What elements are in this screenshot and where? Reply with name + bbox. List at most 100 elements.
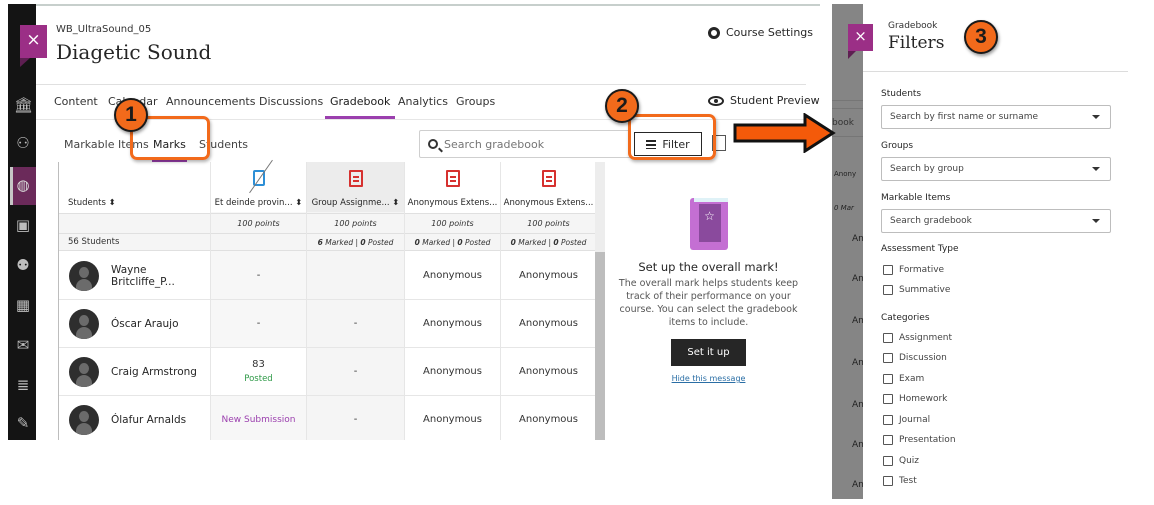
student-row[interactable]: Craig Armstrong [59, 348, 210, 396]
grade-cell[interactable]: - [307, 396, 404, 440]
tab-analytics[interactable]: Analytics [398, 95, 448, 108]
grade-cell[interactable]: 83 Posted [211, 348, 306, 396]
filters-panel: Gradebook Filters Students Search by fir… [863, 4, 1154, 499]
profile-icon[interactable]: ⚇ [14, 134, 32, 152]
checkbox-icon [883, 265, 893, 275]
tab-groups[interactable]: Groups [456, 95, 495, 108]
checkbox-icon [883, 456, 893, 466]
grade-cell[interactable]: Anonymous [501, 348, 596, 396]
callout-2: 2 [605, 89, 639, 123]
student-name: Óscar Araujo [111, 317, 179, 330]
avatar [69, 404, 99, 435]
grade-cell[interactable]: Anonymous [501, 396, 596, 440]
tab-content[interactable]: Content [54, 95, 98, 108]
checkbox-icon [883, 435, 893, 445]
grade-column-header[interactable]: Group Assignme... ⬍ [307, 162, 404, 212]
divider [863, 71, 1128, 72]
column-stats: 6 Marked | 0 Posted [307, 233, 404, 251]
grid-scrollbar[interactable] [595, 252, 605, 440]
grade-column: Group Assignme... ⬍ 100 points 6 Marked … [307, 162, 405, 440]
bg-fragment: 0 Mar [834, 204, 854, 212]
course-settings-label: Course Settings [726, 26, 814, 39]
grades-icon[interactable]: ≣ [14, 376, 32, 394]
tab-announcements[interactable]: Announcements [166, 95, 255, 108]
checkbox-icon [883, 374, 893, 384]
grade-cell[interactable]: - [307, 300, 404, 348]
grade-cell[interactable]: Anonymous [405, 300, 500, 348]
student-row[interactable]: Ólafur Arnalds [59, 396, 210, 440]
students-filter-label: Students [881, 89, 922, 99]
close-icon: × [854, 27, 867, 45]
checkbox-discussion[interactable]: Discussion [883, 353, 947, 363]
messages-icon[interactable]: ✉ [14, 336, 32, 354]
students-filter-select[interactable]: Search by first name or surname [881, 105, 1111, 129]
column-title: Anonymous Extens... [407, 198, 498, 208]
students-column-header[interactable]: Students ⬍ [59, 162, 210, 212]
grade-column-header[interactable]: Anonymous Extens... [405, 162, 500, 212]
grade-cell[interactable]: - [211, 300, 306, 348]
groups-icon[interactable]: ⚉ [14, 256, 32, 274]
student-preview-button[interactable]: Student Preview [708, 94, 820, 107]
grade-column-header[interactable]: Et deinde provin... ⬍ [211, 159, 306, 212]
institution-icon[interactable]: 🏛 [14, 96, 33, 114]
grade-column-header[interactable]: Anonymous Extens... [501, 162, 596, 212]
grade-cell[interactable]: - [307, 348, 404, 396]
search-gradebook-input[interactable] [444, 137, 614, 151]
checkbox-homework[interactable]: Homework [883, 394, 947, 404]
grade-cell[interactable]: New Submission [211, 396, 306, 440]
grade-cell[interactable]: Anonymous [501, 252, 596, 300]
grade-column: Et deinde provin... ⬍ 100 points - - 83 P… [211, 159, 307, 440]
checkbox-test[interactable]: Test [883, 476, 917, 486]
checkbox-formative[interactable]: Formative [883, 265, 944, 275]
groups-filter-label: Groups [881, 141, 914, 151]
star-icon: ☆ [698, 204, 721, 242]
checkbox-icon [883, 415, 893, 425]
student-row[interactable]: Óscar Araujo [59, 300, 210, 348]
checkbox-icon [883, 285, 893, 295]
gradebook-book-icon: ☆ [689, 198, 728, 250]
student-preview-label: Student Preview [730, 94, 820, 107]
checkbox-summative[interactable]: Summative [883, 285, 950, 295]
grade-cell[interactable] [307, 252, 404, 300]
courses-globe-icon[interactable]: ◍ [14, 176, 32, 194]
checkbox-assignment[interactable]: Assignment [883, 333, 952, 343]
student-row[interactable]: Wayne Britcliffe_P... [59, 252, 210, 300]
checkbox-journal[interactable]: Journal [883, 415, 930, 425]
calendar-icon[interactable]: ▦ [14, 296, 32, 314]
groups-filter-select[interactable]: Search by group [881, 157, 1111, 181]
grade-cell[interactable]: Anonymous [405, 252, 500, 300]
tools-icon[interactable]: ✎ [14, 414, 32, 432]
tab-discussions[interactable]: Discussions [259, 95, 323, 108]
grade-cell[interactable]: - [211, 252, 306, 300]
assignment-icon [541, 170, 556, 187]
checkbox-icon [883, 333, 893, 343]
organizations-icon[interactable]: ▣ [14, 216, 32, 234]
set-it-up-button[interactable]: Set it up [671, 339, 746, 366]
categories-label: Categories [881, 313, 930, 323]
callout-1: 1 [114, 98, 148, 132]
student-name: Craig Armstrong [111, 365, 197, 378]
checkbox-presentation[interactable]: Presentation [883, 435, 956, 445]
filters-panel-subtitle: Gradebook [888, 21, 938, 31]
hide-message-link[interactable]: Hide this message [611, 374, 806, 383]
course-settings-link[interactable]: Course Settings [708, 26, 813, 39]
divider [832, 100, 863, 101]
grade-cell[interactable]: Anonymous [405, 348, 500, 396]
avatar [69, 308, 99, 339]
tab-gradebook[interactable]: Gradebook [324, 95, 396, 119]
overall-mark-description: The overall mark helps students keep tra… [618, 278, 799, 328]
grade-cell[interactable]: Anonymous [501, 300, 596, 348]
close-filters-button[interactable]: × [848, 24, 873, 59]
search-gradebook-field[interactable] [419, 130, 631, 158]
eye-icon [708, 95, 724, 106]
student-name: Ólafur Arnalds [111, 413, 187, 426]
checkbox-quiz[interactable]: Quiz [883, 456, 919, 466]
checkbox-exam[interactable]: Exam [883, 374, 924, 384]
close-course-button[interactable]: × [20, 25, 47, 67]
course-panel: WB_UltraSound_05 Diagetic Sound Course S… [36, 4, 820, 440]
markable-items-filter-select[interactable]: Search gradebook [881, 209, 1111, 233]
arrow-shape [733, 113, 836, 153]
overall-mark-title: Set up the overall mark! [638, 260, 779, 274]
grade-cell[interactable]: Anonymous [405, 396, 500, 440]
column-title: Et deinde provin... ⬍ [214, 198, 303, 208]
